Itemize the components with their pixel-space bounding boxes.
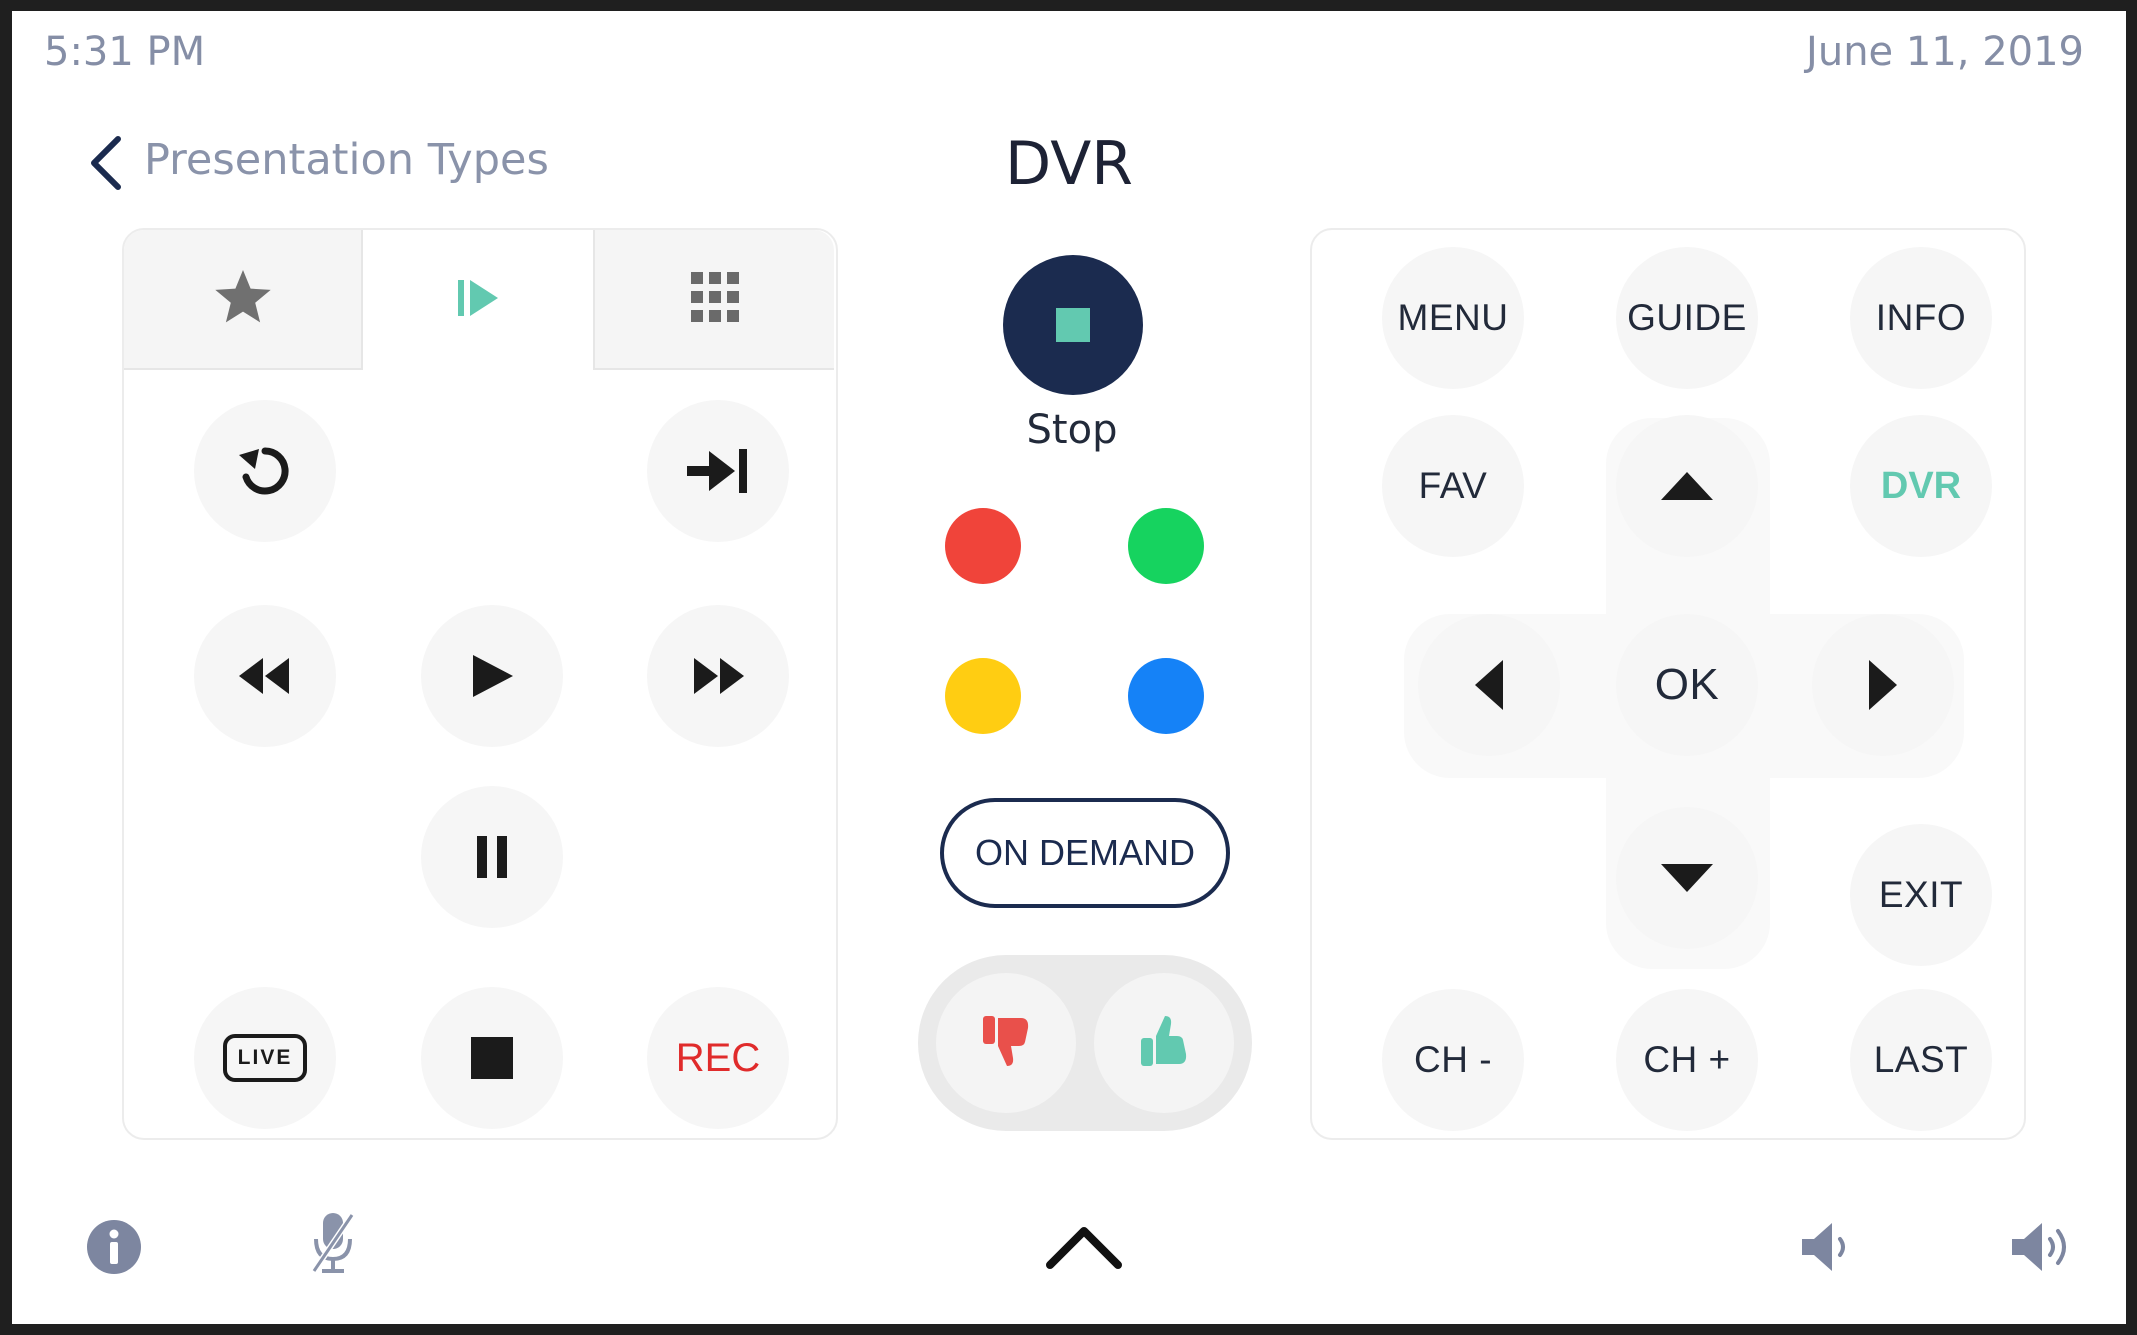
info-label: INFO — [1875, 297, 1967, 338]
volume-up-icon[interactable] — [2008, 1217, 2078, 1281]
channel-down-button[interactable]: CH - — [1382, 989, 1524, 1131]
replay-icon — [235, 441, 295, 501]
play-skip-icon — [456, 276, 500, 324]
stop-icon — [471, 1037, 513, 1079]
last-label: LAST — [1873, 1039, 1969, 1080]
page-title: DVR — [1005, 129, 1133, 199]
thumbs-up-button[interactable] — [1094, 973, 1234, 1113]
channel-up-button[interactable]: CH + — [1616, 989, 1758, 1131]
guide-button[interactable]: GUIDE — [1616, 247, 1758, 389]
dpad-right-button[interactable] — [1812, 614, 1954, 756]
star-icon — [213, 268, 273, 330]
triangle-up-icon — [1661, 472, 1713, 500]
volume-down-icon[interactable] — [1798, 1217, 1858, 1281]
fav-label: FAV — [1418, 465, 1488, 506]
live-label: LIVE — [237, 1046, 293, 1069]
exit-button[interactable]: EXIT — [1850, 824, 1992, 966]
guide-label: GUIDE — [1627, 297, 1747, 338]
ok-label: OK — [1654, 660, 1720, 709]
stop-button[interactable] — [1003, 255, 1143, 395]
stop-label: Stop — [1026, 407, 1118, 453]
mic-muted-icon[interactable] — [308, 1211, 358, 1281]
fast-forward-icon — [690, 656, 746, 696]
keypad-grid-icon — [690, 272, 739, 326]
thumbs-down-icon — [981, 1014, 1031, 1072]
tab-keypad[interactable] — [595, 230, 834, 370]
menu-button[interactable]: MENU — [1382, 247, 1524, 389]
thumbs-down-button[interactable] — [936, 973, 1076, 1113]
replay-button[interactable] — [194, 400, 336, 542]
info-button[interactable]: INFO — [1850, 247, 1992, 389]
live-icon: LIVE — [223, 1034, 307, 1082]
red-color-button[interactable] — [945, 508, 1021, 584]
stop-square-icon — [1056, 308, 1090, 342]
play-icon — [469, 653, 515, 699]
dpad-left-button[interactable] — [1418, 614, 1560, 756]
transport-panel: LIVE REC — [122, 228, 838, 1140]
skip-to-end-icon — [687, 447, 749, 495]
fav-button[interactable]: FAV — [1382, 415, 1524, 557]
bottom-bar — [12, 1181, 2126, 1324]
fast-forward-button[interactable] — [647, 605, 789, 747]
rewind-icon — [237, 656, 293, 696]
current-date: June 11, 2019 — [1806, 29, 2084, 75]
skip-to-end-button[interactable] — [647, 400, 789, 542]
rating-toggle — [918, 955, 1252, 1131]
pause-button[interactable] — [421, 786, 563, 928]
dpad-down-button[interactable] — [1616, 807, 1758, 949]
pause-icon — [475, 834, 509, 880]
triangle-left-icon — [1475, 660, 1503, 710]
blue-color-button[interactable] — [1128, 658, 1204, 734]
chevron-up-icon[interactable] — [1044, 1221, 1124, 1275]
clock-time: 5:31 PM — [44, 29, 206, 75]
exit-label: EXIT — [1878, 874, 1964, 915]
play-button[interactable] — [421, 605, 563, 747]
live-button[interactable]: LIVE — [194, 987, 336, 1129]
info-icon[interactable] — [86, 1219, 142, 1279]
record-button[interactable]: REC — [647, 987, 789, 1129]
yellow-color-button[interactable] — [945, 658, 1021, 734]
on-demand-button[interactable]: ON DEMAND — [940, 798, 1230, 908]
touch-panel-screen: 5:31 PM June 11, 2019 Presentation Types… — [12, 11, 2126, 1324]
green-color-button[interactable] — [1128, 508, 1204, 584]
menu-label: MENU — [1397, 297, 1509, 338]
triangle-down-icon — [1661, 864, 1713, 892]
channel-down-label: CH - — [1413, 1039, 1493, 1080]
last-channel-button[interactable]: LAST — [1850, 989, 1992, 1131]
ok-button[interactable]: OK — [1616, 614, 1758, 756]
thumbs-up-icon — [1139, 1014, 1189, 1072]
tab-favorites[interactable] — [124, 230, 361, 370]
dpad-up-button[interactable] — [1616, 415, 1758, 557]
channel-up-label: CH + — [1643, 1039, 1731, 1080]
stop-transport-button[interactable] — [421, 987, 563, 1129]
rewind-button[interactable] — [194, 605, 336, 747]
dvr-button[interactable]: DVR — [1850, 415, 1992, 557]
dvr-label: DVR — [1880, 464, 1962, 507]
record-label: REC — [675, 1035, 761, 1080]
triangle-right-icon — [1869, 660, 1897, 710]
tab-transport[interactable] — [363, 230, 593, 370]
